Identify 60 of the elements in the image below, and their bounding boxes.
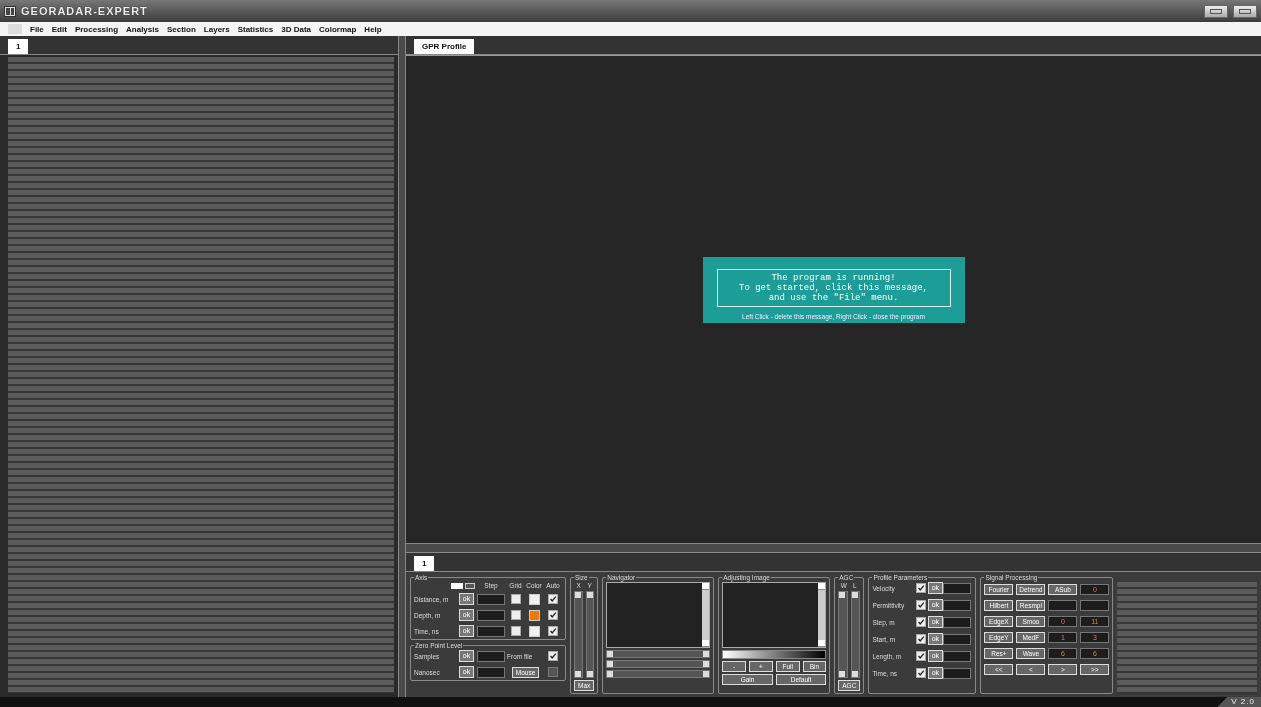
value-field[interactable] [477,666,505,678]
message-text: The program is running! To get started, click this message, and use the "File" menu. [716,268,951,307]
value-field[interactable] [943,633,972,645]
splitter[interactable] [398,36,406,697]
scrollbar[interactable] [850,591,861,678]
scrollbar[interactable] [574,591,583,678]
axis-color-field[interactable] [451,582,463,589]
value-field[interactable] [943,599,972,611]
menu-item[interactable]: File [30,24,44,34]
checkbox[interactable] [916,583,927,593]
value-field[interactable] [943,582,972,594]
tab[interactable]: GPR Profile [414,39,475,54]
scrollbar[interactable] [606,670,711,678]
version-label: V 2.0 [1217,697,1261,707]
menu-item[interactable]: Statistics [237,24,274,34]
menu-item[interactable]: Layers [203,24,230,34]
menu-item[interactable]: Analysis [126,24,159,34]
checkbox[interactable] [510,610,521,620]
checkbox[interactable] [510,626,521,636]
value-field[interactable] [1080,600,1110,611]
step-field[interactable] [477,625,505,637]
color-swatch[interactable] [528,609,540,621]
value-field[interactable] [943,650,972,662]
checkbox[interactable] [548,594,558,604]
step-field[interactable] [477,593,505,605]
checkbox[interactable] [916,634,927,644]
menu-item[interactable]: Help [364,24,382,34]
menu-item[interactable]: 3D Data [281,24,311,34]
value-field[interactable] [943,667,972,679]
value-field[interactable] [1048,600,1078,611]
minimize-button[interactable] [1204,4,1228,18]
checkbox[interactable] [916,651,927,661]
checkbox[interactable] [548,626,558,636]
value-field[interactable] [943,616,972,628]
menu-item[interactable]: Edit [51,24,67,34]
value-field[interactable] [477,650,505,662]
scrollbar[interactable] [838,591,848,678]
step-field[interactable] [477,609,505,621]
checkbox[interactable] [548,610,558,620]
app-icon [4,5,16,17]
window-title: GEORADAR-EXPERT [21,5,149,17]
menu-item[interactable]: Colormap [319,24,357,34]
menu-item[interactable]: Section [166,24,196,34]
checkbox[interactable] [916,668,927,678]
navigator-view[interactable] [606,582,711,648]
checkbox[interactable] [548,651,558,661]
checkbox[interactable] [916,600,927,610]
splitter[interactable] [406,543,1261,553]
color-swatch[interactable] [528,593,540,605]
scrollbar[interactable] [585,591,595,678]
checkbox[interactable] [510,594,521,604]
menu-item[interactable]: Processing [74,24,119,34]
tab[interactable]: 1 [414,556,435,571]
scrollbar[interactable] [606,650,711,658]
color-swatch[interactable] [528,625,540,637]
axis-dropdown[interactable] [465,582,475,589]
checkbox[interactable] [916,617,927,627]
image-preview[interactable] [722,582,827,648]
scrollbar[interactable] [606,660,711,668]
tab[interactable]: 1 [8,39,29,54]
